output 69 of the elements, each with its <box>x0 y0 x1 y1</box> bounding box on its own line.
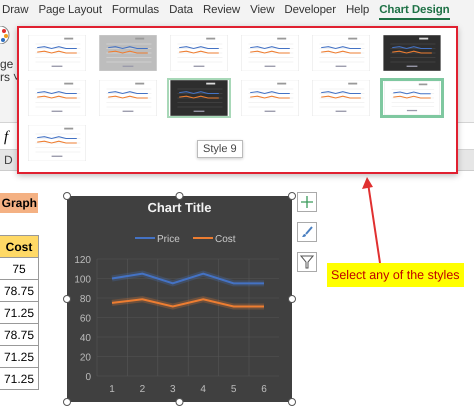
resize-handle[interactable] <box>288 398 296 406</box>
chart-style-thumbnail[interactable] <box>380 33 444 73</box>
color-palette-icon[interactable] <box>0 26 10 44</box>
y-axis-label: 120 <box>74 255 91 266</box>
chart-style-thumbnail[interactable] <box>25 78 89 118</box>
y-axis-label: 20 <box>80 352 91 364</box>
table-cell: 78.75 <box>0 324 38 346</box>
x-axis-label: 4 <box>200 384 206 395</box>
filter-icon <box>300 255 314 269</box>
chart-style-thumbnail[interactable] <box>167 78 231 118</box>
table-cell: 71.25 <box>0 346 38 368</box>
chart-title[interactable]: Chart Title <box>147 200 212 215</box>
ribbon-tab[interactable]: Data <box>169 2 193 20</box>
resize-handle[interactable] <box>176 192 184 200</box>
ribbon-button-label[interactable]: rs <box>0 71 10 84</box>
resize-handle[interactable] <box>288 295 296 303</box>
chart-style-thumbnail[interactable] <box>238 33 302 73</box>
chart-style-thumbnail[interactable] <box>380 78 444 118</box>
x-axis-label: 6 <box>261 384 267 395</box>
ribbon-tab[interactable]: Developer <box>284 2 336 20</box>
x-axis-label: 3 <box>170 384 176 395</box>
brush-icon <box>300 225 314 239</box>
title-cell: Graph <box>0 193 38 213</box>
x-axis-label: 2 <box>140 384 146 395</box>
legend-label: Cost <box>215 234 236 245</box>
ribbon-tab[interactable]: Help <box>346 2 370 20</box>
chart-style-thumbnail[interactable] <box>96 78 160 118</box>
ribbon-tab[interactable]: Formulas <box>112 2 160 20</box>
ribbon-button-label[interactable]: ge <box>0 58 20 71</box>
ribbon-tab[interactable]: Page Layout <box>38 2 102 20</box>
plus-icon <box>300 195 314 209</box>
table-cell: 75 <box>0 258 38 280</box>
tooltip: Style 9 <box>197 140 243 158</box>
resize-handle[interactable] <box>176 398 184 406</box>
resize-handle[interactable] <box>63 295 71 303</box>
chart-styles-button[interactable] <box>297 222 317 242</box>
ribbon-tab[interactable]: Review <box>202 2 240 20</box>
chart-style-thumbnail[interactable] <box>238 78 302 118</box>
table-cell: 71.25 <box>0 302 38 324</box>
chart-style-thumbnail[interactable] <box>25 123 89 163</box>
chart-style-thumbnail[interactable] <box>309 78 373 118</box>
chart-style-thumbnail[interactable] <box>309 33 373 73</box>
x-axis-label: 5 <box>230 384 236 395</box>
chart-area[interactable] <box>67 196 292 402</box>
chart-style-thumbnail[interactable] <box>167 33 231 73</box>
ribbon-tab[interactable]: View <box>250 2 274 20</box>
legend-entry: Price <box>135 234 180 245</box>
y-axis-label: 0 <box>85 372 91 383</box>
y-axis-label: 80 <box>80 294 91 305</box>
legend-label: Price <box>157 234 180 245</box>
y-axis-label: 40 <box>80 333 91 344</box>
y-axis-label: 60 <box>80 314 91 324</box>
resize-handle[interactable] <box>63 192 71 200</box>
y-axis-label: 100 <box>74 274 91 286</box>
annotation-callout: Select any of the styles <box>327 263 464 287</box>
filter-button[interactable] <box>297 252 317 272</box>
column-header[interactable]: D <box>0 153 13 167</box>
formula-icon[interactable]: f <box>0 128 8 146</box>
ribbon-tab[interactable]: Chart Design <box>379 2 450 20</box>
column-header-cell: Cost <box>0 236 38 258</box>
x-axis-label: 1 <box>109 384 115 395</box>
ribbon-tab[interactable]: Draw <box>2 2 28 20</box>
resize-handle[interactable] <box>288 192 296 200</box>
resize-handle[interactable] <box>63 398 71 406</box>
table-cell: 71.25 <box>0 368 38 390</box>
chart-style-thumbnail[interactable] <box>25 33 89 73</box>
table-cell: 78.75 <box>0 280 38 302</box>
legend-entry: Cost <box>193 234 236 245</box>
chart-style-thumbnail[interactable] <box>96 33 160 73</box>
